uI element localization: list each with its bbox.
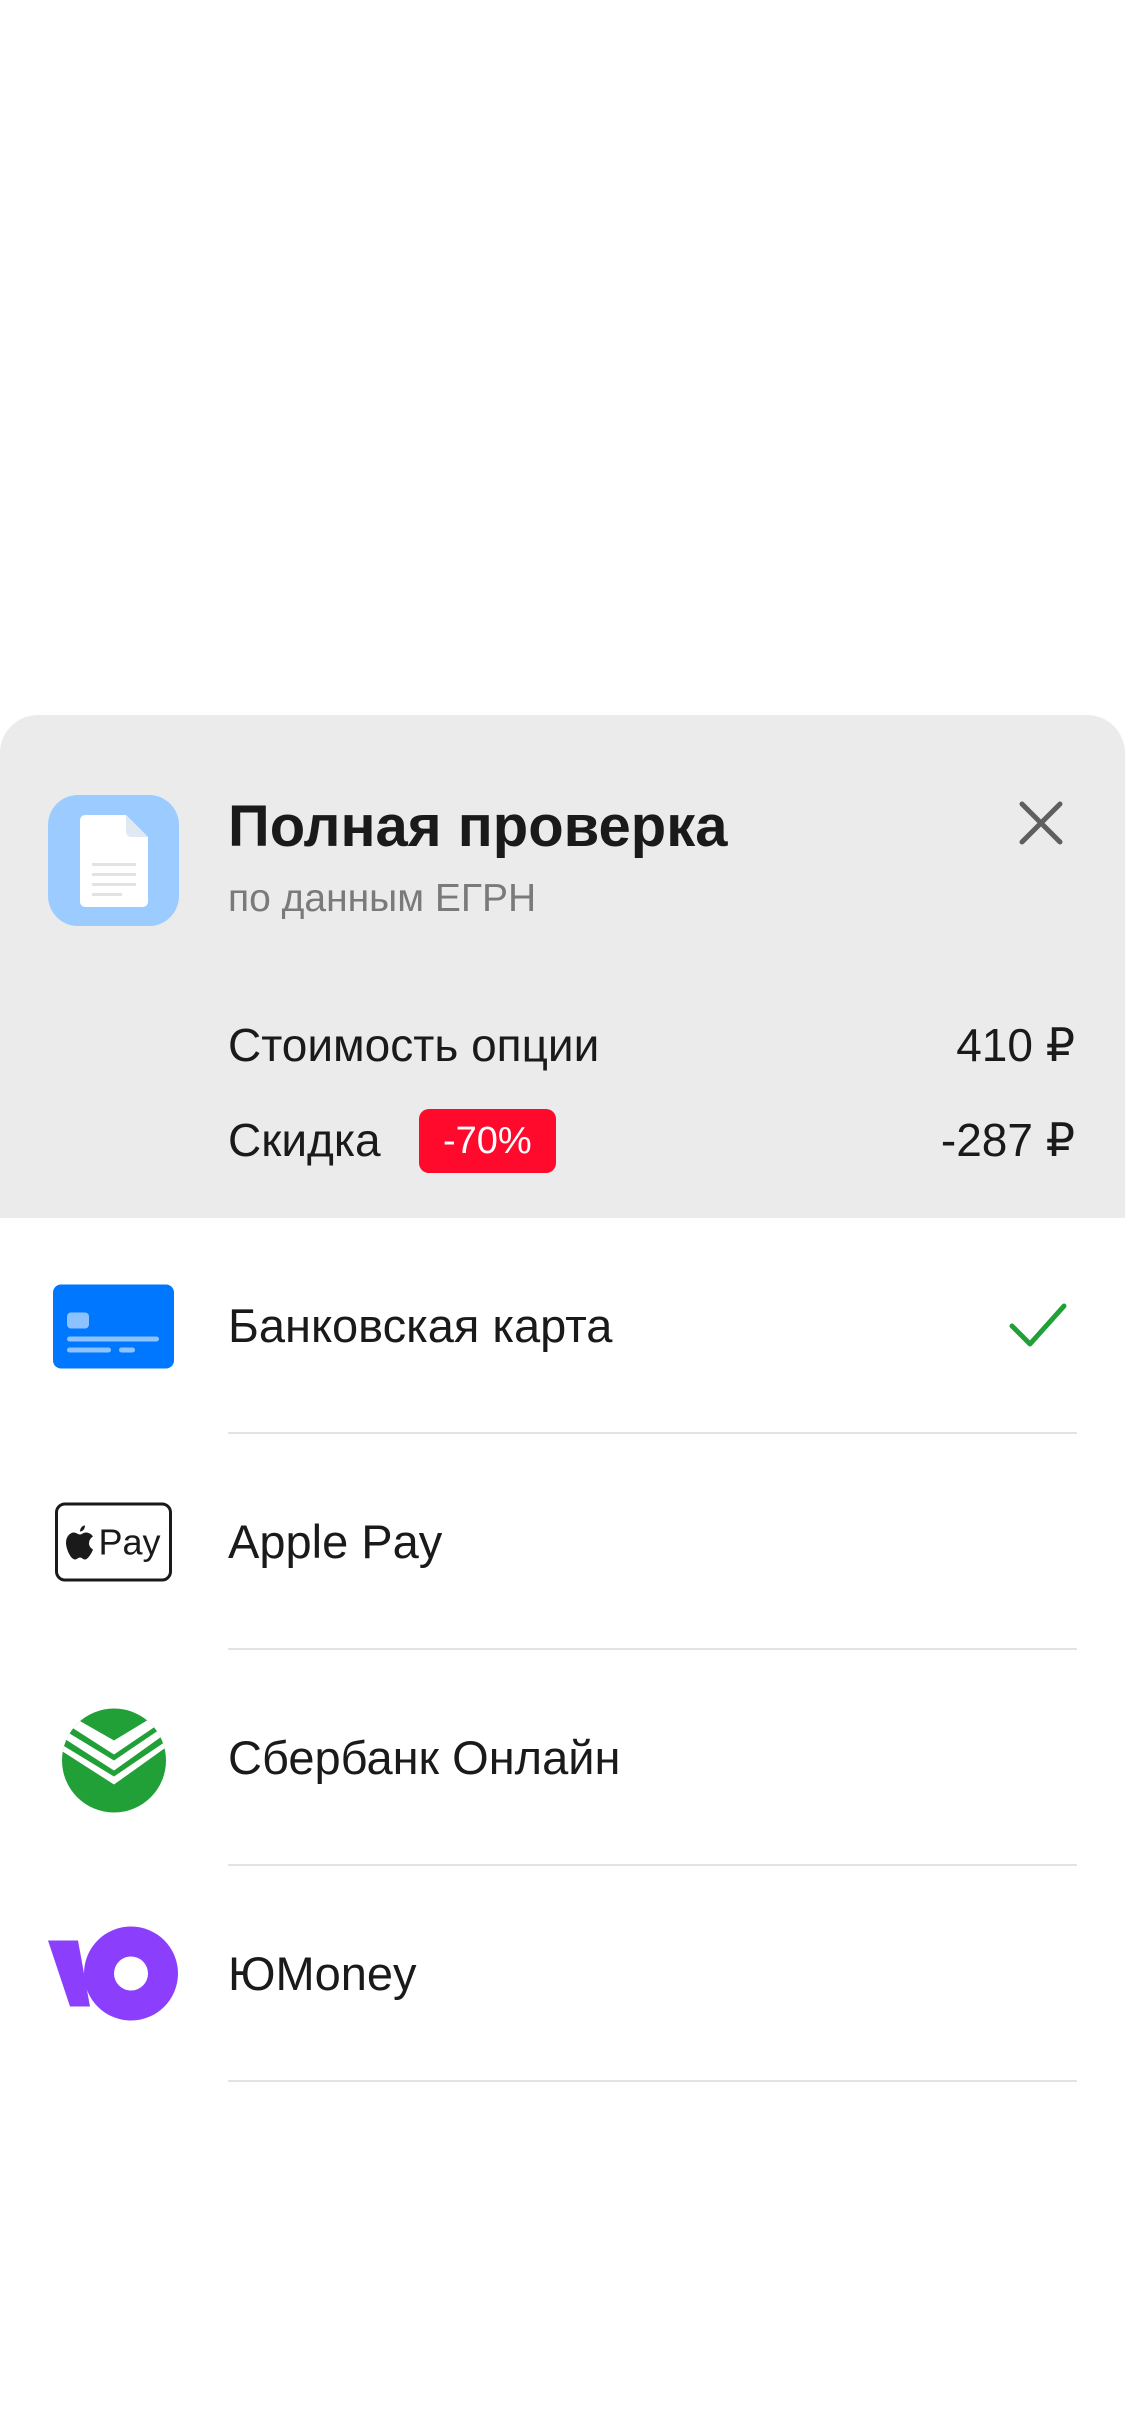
payment-method-bank-card[interactable]: Банковская карта <box>0 1218 1125 1434</box>
payment-method-label: ЮMoney <box>228 1947 417 2000</box>
product-title: Полная проверка <box>228 794 728 859</box>
sberbank-icon <box>48 1693 179 1824</box>
option-cost-label: Стоимость опции <box>228 1019 600 1071</box>
discount-badge: -70% <box>419 1109 556 1173</box>
divider <box>228 2080 1077 2082</box>
yoomoney-icon <box>48 1909 179 2040</box>
sheet-header: Полная проверка по данным ЕГРН Стоимость… <box>0 715 1125 1218</box>
product-subtitle: по данным ЕГРН <box>228 877 537 920</box>
payment-method-yoomoney[interactable]: ЮMoney <box>0 1866 1125 2082</box>
payment-method-apple-pay[interactable]: Pay Apple Pay <box>0 1434 1125 1650</box>
check-icon <box>1008 1296 1068 1361</box>
apple-pay-text: Pay <box>98 1521 161 1562</box>
payment-method-label: Apple Pay <box>228 1515 443 1568</box>
discount-label: Скидка <box>228 1114 381 1166</box>
payment-sheet: Полная проверка по данным ЕГРН Стоимость… <box>0 715 1125 2436</box>
apple-logo-icon <box>66 1525 94 1559</box>
option-cost-value: 410 ₽ <box>956 1019 1075 1071</box>
close-button[interactable] <box>1010 792 1072 854</box>
apple-pay-icon: Pay <box>48 1477 179 1608</box>
document-icon <box>48 795 179 926</box>
discount-value: -287 ₽ <box>940 1114 1075 1166</box>
bank-card-icon <box>48 1261 179 1392</box>
close-icon <box>1019 801 1063 845</box>
payment-method-sberbank[interactable]: Сбербанк Онлайн <box>0 1650 1125 1866</box>
payment-method-label: Сбербанк Онлайн <box>228 1731 621 1784</box>
payment-method-label: Банковская карта <box>228 1299 613 1352</box>
discount-row: Скидка -70% -287 ₽ <box>228 1105 1075 1175</box>
option-cost-row: Стоимость опции 410 ₽ <box>228 1010 1075 1080</box>
